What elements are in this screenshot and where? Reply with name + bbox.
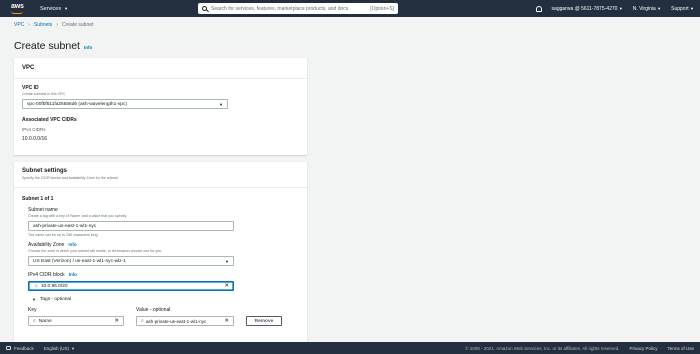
aws-logo-text: aws bbox=[11, 2, 24, 10]
services-menu[interactable]: Services ▼ bbox=[40, 6, 68, 12]
breadcrumb-current: Create subnet bbox=[61, 22, 94, 28]
terms-link[interactable]: Terms of Use bbox=[667, 346, 694, 351]
search-icon: ⌕ bbox=[141, 318, 144, 324]
aws-smile-icon bbox=[11, 11, 23, 14]
ipv4-cidrs-label: IPv4 CIDRs bbox=[22, 127, 46, 132]
tags-toggle[interactable]: ▼ Tags - optional bbox=[32, 297, 299, 302]
search-icon: ⌕ bbox=[35, 283, 38, 289]
clear-icon[interactable]: ✕ bbox=[114, 318, 119, 324]
caret-down-icon: ▼ bbox=[32, 297, 36, 302]
tag-value-value: ash-private-us-east-1-wl1-nyc bbox=[145, 318, 207, 324]
az-value: US East (Verizon) / us-east-1-wl1-nyc-wl… bbox=[33, 258, 126, 264]
language-menu[interactable]: English (US) ▼ bbox=[44, 346, 75, 351]
vpc-panel: VPC VPC ID Create subnets in this VPC. v… bbox=[14, 58, 307, 155]
search-icon bbox=[202, 6, 207, 11]
caret-down-icon: ▼ bbox=[219, 101, 223, 107]
chevron-right-icon: › bbox=[56, 22, 58, 28]
search-placeholder: Search for services, features, marketpla… bbox=[211, 5, 349, 12]
chat-icon bbox=[6, 346, 11, 350]
chevron-right-icon: › bbox=[28, 22, 30, 28]
tag-key-value: Name bbox=[38, 318, 52, 324]
support-menu[interactable]: Support ▼ bbox=[671, 6, 694, 12]
az-select[interactable]: US East (Verizon) / us-east-1-wl1-nyc-wl… bbox=[28, 256, 234, 266]
info-link[interactable]: Info bbox=[84, 45, 92, 50]
subnet-settings-desc: Specify the CIDR blocks and Availability… bbox=[22, 176, 119, 180]
account-menu[interactable]: saggarwa @ 5611-7875-4270 ▼ bbox=[552, 6, 623, 12]
breadcrumb-vpc[interactable]: VPC bbox=[14, 22, 24, 28]
nav-right: saggarwa @ 5611-7875-4270 ▼ N. Virginia … bbox=[535, 0, 694, 17]
services-label: Services bbox=[40, 5, 62, 12]
aws-logo[interactable]: aws bbox=[10, 3, 32, 15]
vpc-id-value: vpc-00fbf511fa25556d6 (ash-wavelength1-v… bbox=[27, 101, 127, 107]
search-input[interactable]: Search for services, features, marketpla… bbox=[198, 3, 398, 14]
subnet-index: Subnet 1 of 1 bbox=[22, 196, 54, 202]
top-nav: aws Services ▼ Search for services, feat… bbox=[0, 0, 700, 17]
tag-value-label: Value - optional bbox=[136, 307, 171, 313]
subnet-name-input[interactable]: ash-private-us-east-1-wl1-nyc bbox=[28, 221, 234, 231]
search-shortcut: [Option+S] bbox=[370, 5, 394, 12]
language-label: English (US) bbox=[43, 345, 70, 351]
bell-icon[interactable] bbox=[535, 5, 542, 12]
vpc-id-select[interactable]: vpc-00fbf511fa25556d6 (ash-wavelength1-v… bbox=[22, 99, 228, 109]
cidr-input[interactable]: ⌕ 10.0.96.0/20 ✕ bbox=[28, 281, 234, 291]
clear-icon[interactable]: ✕ bbox=[224, 283, 229, 289]
subnet-name-desc: Create a tag with a key of 'Name' and a … bbox=[28, 214, 127, 218]
subnet-name-hint: The name can be up to 256 characters lon… bbox=[28, 233, 99, 237]
cidrs-label: Associated VPC CIDRs bbox=[22, 117, 77, 123]
subnet-settings-panel: Subnet settings Specify the CIDR blocks … bbox=[14, 162, 307, 342]
subnet-settings-title: Subnet settings bbox=[22, 168, 68, 174]
search-icon: ⌕ bbox=[33, 318, 36, 324]
breadcrumb-subnets[interactable]: Subnets bbox=[34, 22, 52, 28]
support-label: Support bbox=[671, 5, 689, 12]
copyright-text: © 2008 - 2021, Amazon Web Services, Inc.… bbox=[465, 345, 620, 351]
page-title: Create subnet Info bbox=[14, 40, 92, 52]
caret-down-icon: ▼ bbox=[71, 345, 75, 351]
az-desc: Choose the zone in which your subnet wil… bbox=[28, 249, 163, 253]
tag-key-input[interactable]: ⌕ Name ✕ bbox=[28, 316, 124, 326]
caret-down-icon: ▼ bbox=[225, 258, 229, 264]
subnet-name-label: Subnet name bbox=[28, 207, 58, 213]
subnet-name-value: ash-private-us-east-1-wl1-nyc bbox=[33, 223, 97, 229]
privacy-link[interactable]: Privacy Policy bbox=[629, 346, 657, 351]
az-info-link[interactable]: Info bbox=[68, 242, 76, 247]
breadcrumb: VPC › Subnets › Create subnet bbox=[14, 22, 93, 28]
cidr-value: 10.0.96.0/20 bbox=[40, 283, 68, 289]
account-label: saggarwa @ 5611-7875-4270 bbox=[551, 5, 618, 12]
cidr-label: IPv4 CIDR block bbox=[28, 272, 65, 278]
region-menu[interactable]: N. Virginia ▼ bbox=[633, 6, 661, 12]
caret-down-icon: ▼ bbox=[618, 5, 623, 11]
vpc-panel-title: VPC bbox=[14, 58, 307, 79]
vpc-id-label: VPC ID bbox=[22, 85, 39, 91]
footer: Feedback English (US) ▼ © 2008 - 2021, A… bbox=[0, 342, 700, 354]
feedback-label: Feedback bbox=[14, 345, 34, 351]
feedback-link[interactable]: Feedback bbox=[6, 346, 34, 351]
region-label: N. Virginia bbox=[632, 5, 656, 12]
ipv4-cidrs-value: 10.0.0.0/16 bbox=[22, 136, 48, 142]
tag-key-label: Key bbox=[28, 307, 37, 313]
caret-down-icon: ▼ bbox=[64, 6, 69, 11]
cidr-info-link[interactable]: Info bbox=[69, 272, 77, 277]
caret-down-icon: ▼ bbox=[657, 5, 662, 11]
remove-tag-button[interactable]: Remove bbox=[246, 316, 282, 326]
vpc-id-desc: Create subnets in this VPC. bbox=[22, 92, 67, 96]
caret-down-icon: ▼ bbox=[690, 5, 694, 11]
tags-label: Tags - optional bbox=[39, 297, 72, 302]
tag-value-input[interactable]: ⌕ ash-private-us-east-1-wl1-nyc ✕ bbox=[136, 316, 234, 326]
az-label: Availability Zone bbox=[28, 242, 65, 248]
clear-icon[interactable]: ✕ bbox=[224, 318, 229, 324]
page-title-text: Create subnet bbox=[14, 40, 80, 52]
